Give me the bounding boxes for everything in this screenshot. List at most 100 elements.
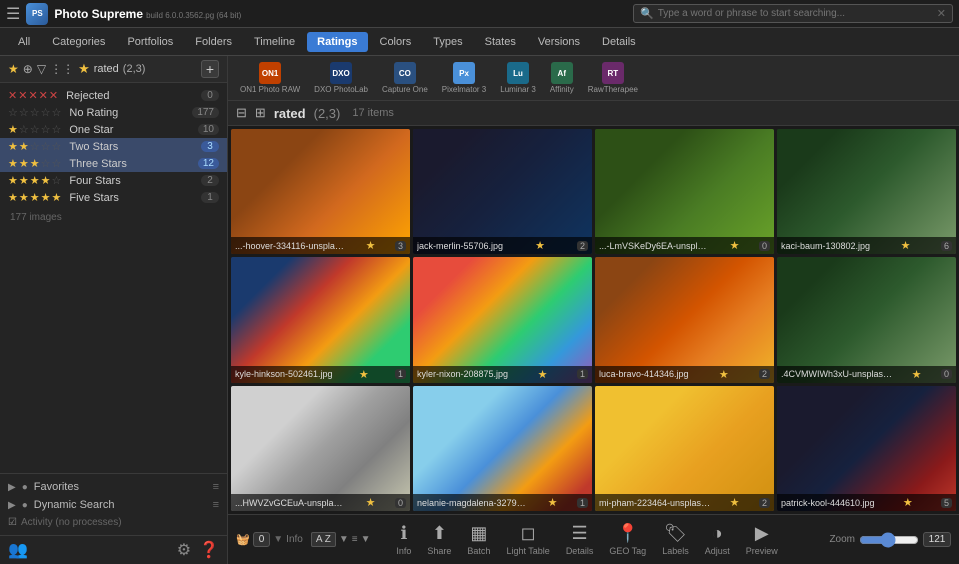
image-cell-9[interactable]: ...HWVZvGCEuA-unsplash.jpg ★ 0 xyxy=(231,386,410,511)
search-close-icon[interactable]: ✕ xyxy=(937,7,946,20)
image-star-icon[interactable]: ★ xyxy=(366,496,376,509)
rating-row-five-stars[interactable]: ★★★★★Five Stars1 xyxy=(0,189,227,206)
app-icon-on1[interactable]: ON1 ON1 Photo RAW xyxy=(236,60,304,96)
nav-tab-states[interactable]: States xyxy=(475,32,526,52)
tool-btn-preview[interactable]: ▶ Preview xyxy=(746,523,778,556)
image-star-icon[interactable]: ★ xyxy=(730,239,740,252)
app-icon-rawtherapee[interactable]: RT RawTherapee xyxy=(584,60,642,96)
tool-btn-share[interactable]: ⬆ Share xyxy=(427,523,451,556)
list-view-icon[interactable]: ⊟ xyxy=(236,105,247,121)
nav-tab-timeline[interactable]: Timeline xyxy=(244,32,305,52)
image-thumbnail xyxy=(413,386,592,511)
image-star-icon[interactable]: ★ xyxy=(366,239,376,252)
image-filename: kyler-nixon-208875.jpg xyxy=(417,369,508,379)
az-dropdown2-icon[interactable]: ▼ xyxy=(361,534,371,545)
image-star-icon[interactable]: ★ xyxy=(719,368,729,381)
image-cell-2[interactable]: jack-merlin-55706.jpg ★ 2 xyxy=(413,129,592,254)
image-star-icon[interactable]: ★ xyxy=(912,368,922,381)
nav-tab-folders[interactable]: Folders xyxy=(185,32,242,52)
image-label: nelanie-magdalena-327970.jpg ★ 1 xyxy=(413,494,592,511)
filter-icon[interactable]: ⊕ xyxy=(23,62,33,76)
dynamic-search-section[interactable]: ▶ ● Dynamic Search ≡ xyxy=(0,496,227,514)
main: ★ ⊕ ▽ ⋮⋮ ★ rated (2,3) + ✕✕✕✕✕Rejected0☆… xyxy=(0,56,959,564)
image-star-icon[interactable]: ★ xyxy=(538,368,548,381)
tool-btn-light-table[interactable]: ◻ Light Table xyxy=(506,523,549,556)
dynamic-search-menu-icon[interactable]: ≡ xyxy=(213,499,219,511)
nav-tab-categories[interactable]: Categories xyxy=(42,32,115,52)
nav-tab-versions[interactable]: Versions xyxy=(528,32,590,52)
az-label: A Z xyxy=(311,532,336,547)
rating-row-three-stars[interactable]: ★★★☆☆Three Stars12 xyxy=(0,155,227,172)
tool-btn-adjust[interactable]: ◑ Adjust xyxy=(705,523,730,556)
rating-row-rejected[interactable]: ✕✕✕✕✕Rejected0 xyxy=(0,87,227,104)
nav-tab-colors[interactable]: Colors xyxy=(370,32,422,52)
tool-btn-geo-tag[interactable]: 📍 GEO Tag xyxy=(609,523,646,556)
zoom-slider[interactable] xyxy=(859,532,919,548)
app-icon-affinity[interactable]: Af Affinity xyxy=(546,60,578,96)
image-cell-11[interactable]: mi-pham-223464-unsplash.jpg ★ 2 xyxy=(595,386,774,511)
filter-grid-icon[interactable]: ⋮⋮ xyxy=(50,62,74,76)
image-cell-7[interactable]: luca-bravo-414346.jpg ★ 2 xyxy=(595,257,774,382)
nav-tab-portfolios[interactable]: Portfolios xyxy=(117,32,183,52)
image-cell-12[interactable]: patrick-kool-444610.jpg ★ 5 xyxy=(777,386,956,511)
help-icon[interactable]: ❓ xyxy=(199,540,219,560)
tool-btn-labels[interactable]: 🏷 Labels xyxy=(662,523,689,556)
image-cell-10[interactable]: nelanie-magdalena-327970.jpg ★ 1 xyxy=(413,386,592,511)
app-icon-pixelmator[interactable]: Px Pixelmator 3 xyxy=(438,60,490,96)
basket-expand-icon[interactable]: ▼ xyxy=(273,534,283,545)
rating-row-two-stars[interactable]: ★★☆☆☆Two Stars3 xyxy=(0,138,227,155)
image-star-icon[interactable]: ★ xyxy=(548,496,558,509)
image-star-icon[interactable]: ★ xyxy=(901,239,911,252)
settings-icon[interactable]: ⚙ xyxy=(177,540,191,560)
nav-tab-details[interactable]: Details xyxy=(592,32,646,52)
add-filter-btn[interactable]: + xyxy=(201,60,219,78)
content: ON1 ON1 Photo RAW DXO DXO PhotoLab CO Ca… xyxy=(228,56,959,564)
app-icon-dxo[interactable]: DXO DXO PhotoLab xyxy=(310,60,372,96)
image-cell-6[interactable]: kyler-nixon-208875.jpg ★ 1 xyxy=(413,257,592,382)
checkbox-icon[interactable]: ☑ xyxy=(8,517,17,528)
rating-row-four-stars[interactable]: ★★★★☆Four Stars2 xyxy=(0,172,227,189)
tool-btn-info[interactable]: ℹ Info xyxy=(396,523,411,556)
search-input[interactable] xyxy=(658,8,937,19)
filter-funnel-icon[interactable]: ▽ xyxy=(37,62,46,76)
nav-tab-ratings[interactable]: Ratings xyxy=(307,32,367,52)
image-filename: kyle-hinkson-502461.jpg xyxy=(235,369,333,379)
nav-tab-types[interactable]: Types xyxy=(423,32,472,52)
tool-label-details: Details xyxy=(566,546,594,556)
app-icon-capture[interactable]: CO Capture One xyxy=(378,60,432,96)
app-label-dxo: DXO PhotoLab xyxy=(314,85,368,94)
star-icon: ☆ xyxy=(52,174,62,187)
ratings-list: ✕✕✕✕✕Rejected0☆☆☆☆☆No Rating177★☆☆☆☆One … xyxy=(0,83,227,210)
rating-row-no-rating[interactable]: ☆☆☆☆☆No Rating177 xyxy=(0,104,227,121)
image-cell-4[interactable]: kaci-baum-130802.jpg ★ 6 xyxy=(777,129,956,254)
star-icon: ★ xyxy=(19,191,29,204)
people-icon[interactable]: 👥 xyxy=(8,540,28,560)
grid-view-icon[interactable]: ⊞ xyxy=(255,105,266,121)
image-star-icon[interactable]: ★ xyxy=(359,368,369,381)
az-dropdown-icon[interactable]: ▼ xyxy=(339,534,349,545)
hamburger-icon[interactable]: ☰ xyxy=(6,4,20,24)
az-menu-icon[interactable]: ≡ xyxy=(352,534,358,545)
activity-label: Activity (no processes) xyxy=(21,517,122,528)
filter-star-icon[interactable]: ★ xyxy=(78,61,90,77)
favorites-menu-icon[interactable]: ≡ xyxy=(213,481,219,493)
tool-label-share: Share xyxy=(427,546,451,556)
image-cell-8[interactable]: .4CVMWIWh3xU-unsplash.jpg ★ 0 xyxy=(777,257,956,382)
search-bar[interactable]: 🔍 ✕ xyxy=(633,4,953,23)
image-star-icon[interactable]: ★ xyxy=(903,496,913,509)
image-cell-3[interactable]: ...-LmVSKeDy6EA-unsplash.jpg ★ 0 xyxy=(595,129,774,254)
image-cell-5[interactable]: kyle-hinkson-502461.jpg ★ 1 xyxy=(231,257,410,382)
tool-btn-details[interactable]: ☰ Details xyxy=(566,523,594,556)
app-icon-luminar[interactable]: Lu Luminar 3 xyxy=(496,60,540,96)
rating-row-one-star[interactable]: ★☆☆☆☆One Star10 xyxy=(0,121,227,138)
tool-btn-batch[interactable]: ▦ Batch xyxy=(467,523,490,556)
image-star-icon[interactable]: ★ xyxy=(730,496,740,509)
app-label-capture: Capture One xyxy=(382,85,428,94)
image-cell-1[interactable]: ...-hoover-334116-unsplash.jpg ★ 3 xyxy=(231,129,410,254)
basket-icon[interactable]: 🧺 xyxy=(236,533,250,546)
image-star-icon[interactable]: ★ xyxy=(535,239,545,252)
sidebar-bottom: ▶ ● Favorites ≡ ▶ ● Dynamic Search ≡ ☑ A… xyxy=(0,473,227,535)
favorites-section[interactable]: ▶ ● Favorites ≡ xyxy=(0,478,227,496)
nav-tab-all[interactable]: All xyxy=(8,32,40,52)
star-icon: ☆ xyxy=(30,123,40,136)
